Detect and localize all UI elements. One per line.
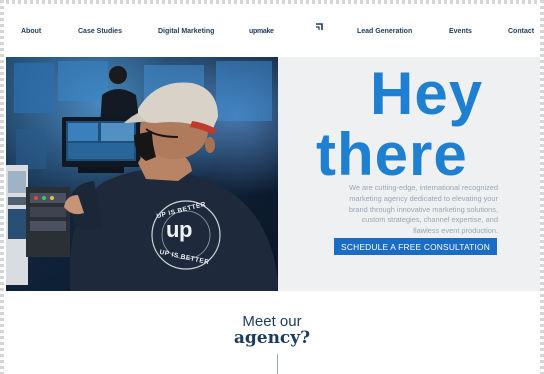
nav-link-events[interactable]: Events [449,28,472,35]
hero-description-line: marketing agency dedicated to elevating … [349,193,498,203]
nav-link-case-studies[interactable]: Case Studies [78,28,122,35]
schedule-consultation-button[interactable]: SCHEDULE A FREE CONSULTATION [334,238,497,255]
main-navigation: About Case Studies Digital Marketing upm… [6,18,540,46]
hero-description-line: We are cutting-edge, international recog… [349,183,498,192]
nav-link-lead-generation[interactable]: Lead Generation [357,28,412,35]
brand-logo[interactable]: upmake [249,28,274,35]
nav-link-about[interactable]: About [21,28,41,35]
hero-description-line: custom strategies, channel expertise, an… [361,215,498,225]
upmake-arrow-mark-icon [316,23,323,30]
page-edge-top [0,0,544,4]
shirt-logo-text: up [166,217,192,242]
nav-link-digital-marketing[interactable]: Digital Marketing [158,28,214,35]
hero-description: We are cutting-edge, international recog… [306,183,498,237]
hero-heading-line1: Hey [370,60,484,127]
hero-photo: UP IS BETTER up UP IS BETTER [6,57,278,291]
hero-photo-illustration [6,57,278,291]
section-divider-line [277,354,278,374]
meet-heading-line2: agency? [233,328,311,348]
hero-description-line: flawless event production. [412,226,498,236]
hero-description-line: brand through innovative marketing solut… [348,204,498,214]
nav-link-contact[interactable]: Contact [508,28,534,35]
hero-heading-line2: there [316,121,468,188]
